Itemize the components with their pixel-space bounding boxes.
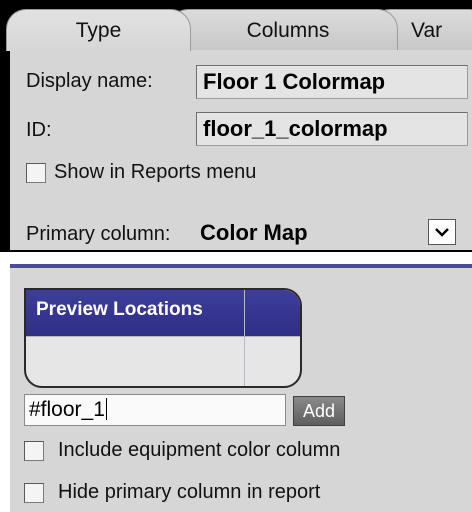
include-equipment-checkbox[interactable] — [24, 441, 44, 461]
location-input-value: #floor_1 — [29, 398, 105, 421]
hide-primary-checkbox[interactable] — [24, 483, 44, 503]
tab-type[interactable]: Type — [6, 9, 191, 51]
id-label: ID: — [26, 119, 52, 141]
primary-column-label: Primary column: — [26, 223, 171, 245]
primary-column-select[interactable]: Color Map — [200, 220, 308, 246]
hide-primary-label: Hide primary column in report — [58, 481, 321, 503]
type-tab-content: Display name: Floor 1 Colormap ID: floor… — [10, 50, 472, 250]
preview-panel: Preview Locations #floor_1 Add Include e… — [10, 264, 472, 512]
preview-locations-table[interactable]: Preview Locations — [24, 288, 302, 388]
show-in-reports-label: Show in Reports menu — [54, 161, 257, 183]
chevron-down-icon — [435, 228, 449, 237]
primary-column-dropdown-button[interactable] — [428, 219, 456, 245]
panel-divider — [10, 264, 472, 268]
display-name-label: Display name: — [26, 70, 153, 92]
preview-locations-header: Preview Locations — [36, 299, 203, 320]
include-equipment-label: Include equipment color column — [58, 439, 341, 461]
tab-columns[interactable]: Columns — [168, 9, 398, 51]
id-field[interactable]: floor_1_colormap — [196, 112, 468, 146]
report-properties-panel: Var Columns Type Display name: Floor 1 C… — [0, 0, 472, 252]
table-column-divider — [244, 290, 245, 386]
location-input[interactable]: #floor_1 — [24, 394, 286, 426]
add-location-button[interactable]: Add — [293, 396, 345, 426]
text-caret — [105, 398, 107, 420]
display-name-field[interactable]: Floor 1 Colormap — [196, 65, 468, 99]
table-row-divider — [26, 336, 300, 337]
show-in-reports-checkbox[interactable] — [26, 163, 46, 183]
